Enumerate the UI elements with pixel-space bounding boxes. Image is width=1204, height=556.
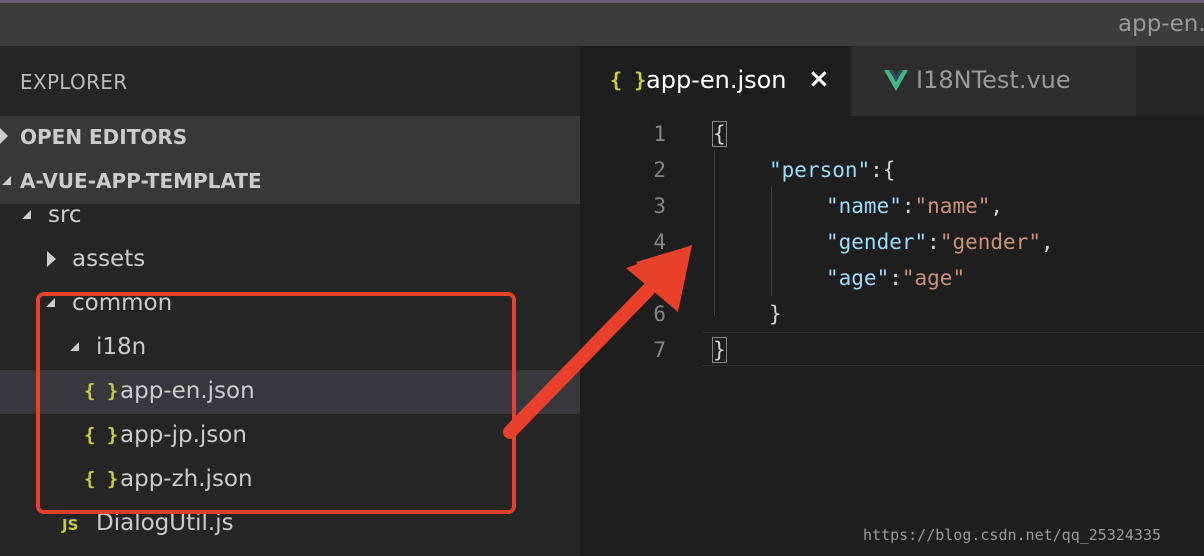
watermark: https://blog.csdn.net/qq_25324335 <box>863 526 1162 544</box>
annotation-arrow-icon <box>503 245 692 439</box>
